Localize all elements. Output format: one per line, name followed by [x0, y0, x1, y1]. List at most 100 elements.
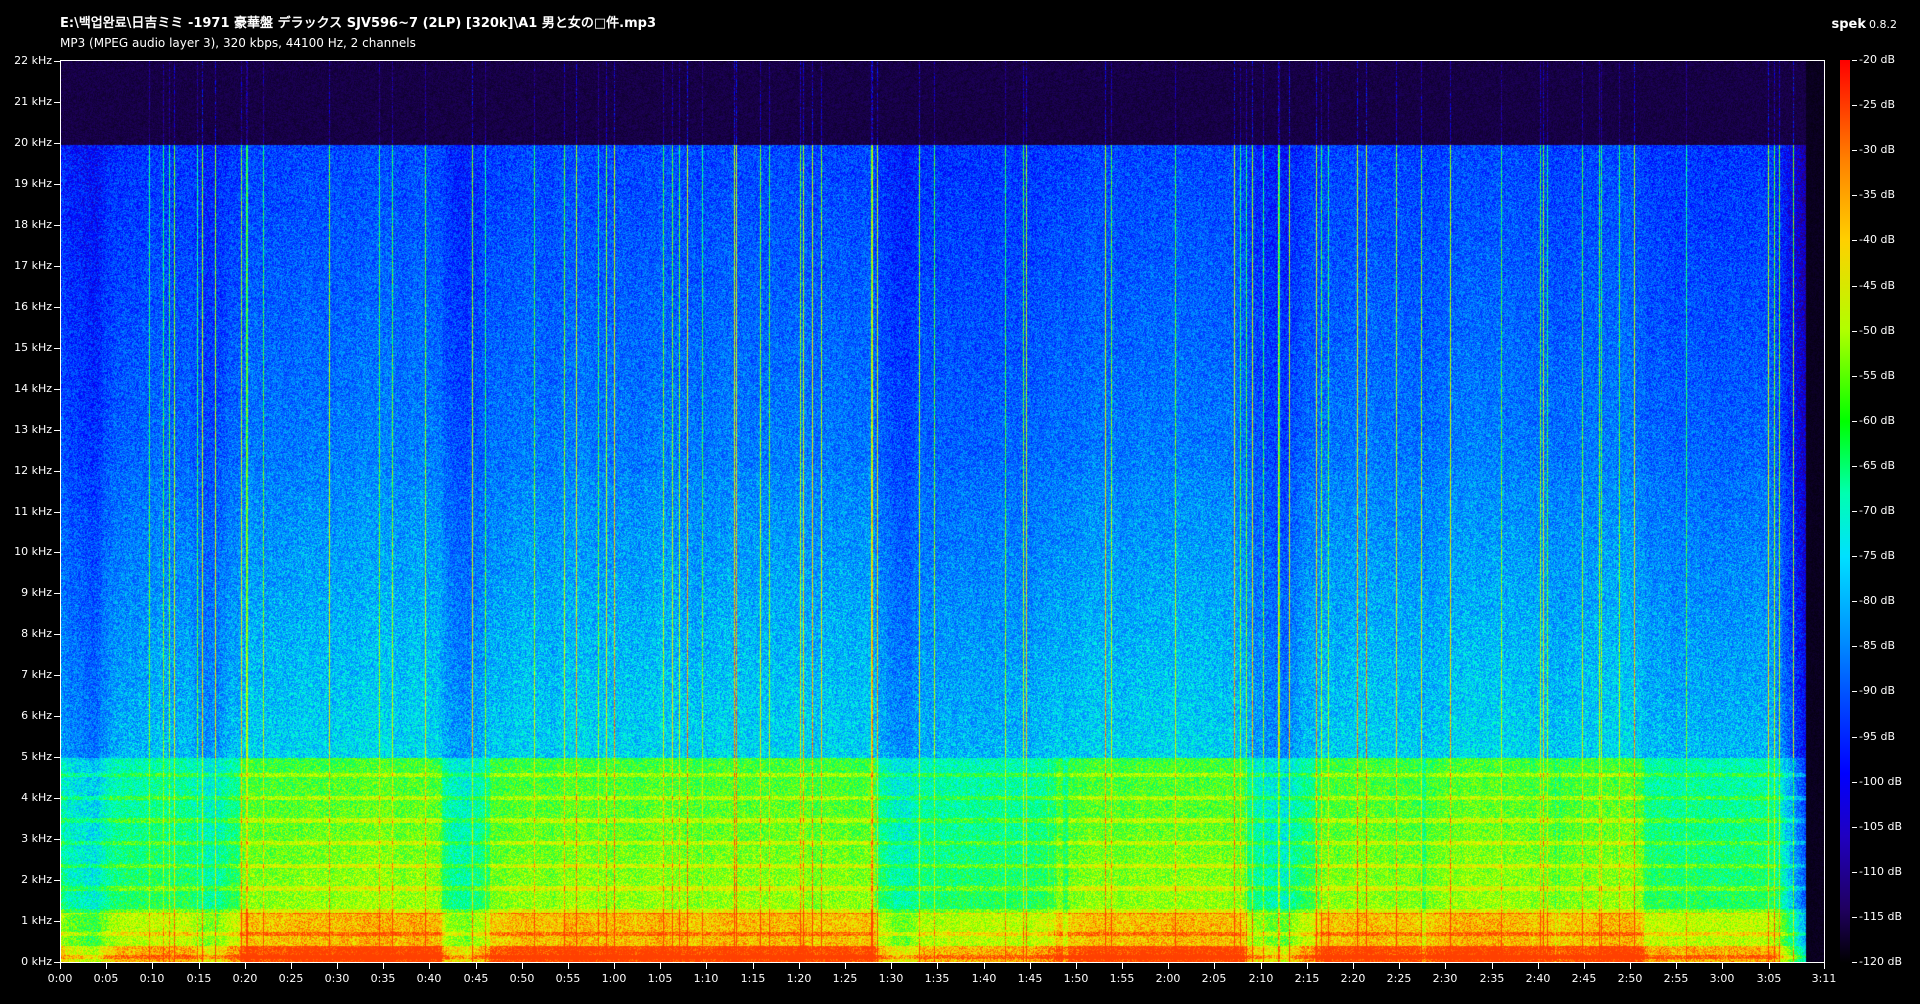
time-tick	[1168, 963, 1169, 969]
frequency-label: 15 kHz	[14, 341, 52, 354]
db-label: -45 dB	[1859, 279, 1895, 292]
db-tick	[1852, 691, 1857, 692]
time-label: 1:45	[1017, 972, 1043, 985]
db-label: -55 dB	[1859, 369, 1895, 382]
time-tick	[1722, 963, 1723, 969]
time-label: 0:45	[463, 972, 489, 985]
time-tick	[1445, 963, 1446, 969]
db-tick	[1852, 782, 1857, 783]
time-label: 2:55	[1663, 972, 1689, 985]
db-label: -100 dB	[1859, 775, 1902, 788]
time-tick	[937, 963, 938, 969]
db-tick	[1852, 195, 1857, 196]
frequency-label: 9 kHz	[21, 586, 52, 599]
time-label: 2:20	[1340, 972, 1366, 985]
time-label: 0:15	[186, 972, 212, 985]
spectrogram-canvas[interactable]	[61, 61, 1824, 962]
frequency-label: 13 kHz	[14, 423, 52, 436]
db-label: -85 dB	[1859, 639, 1895, 652]
frequency-label: 12 kHz	[14, 464, 52, 477]
frequency-tick	[54, 471, 60, 472]
frequency-label: 7 kHz	[21, 668, 52, 681]
db-tick	[1852, 962, 1857, 963]
file-info: MP3 (MPEG audio layer 3), 320 kbps, 4410…	[60, 36, 416, 50]
time-label: 0:00	[47, 972, 73, 985]
db-tick	[1852, 105, 1857, 106]
frequency-label: 0 kHz	[21, 955, 52, 968]
frequency-tick	[54, 225, 60, 226]
time-label: 0:30	[324, 972, 350, 985]
frequency-tick	[54, 430, 60, 431]
db-label: -95 dB	[1859, 730, 1895, 743]
frequency-label: 10 kHz	[14, 545, 52, 558]
time-tick	[476, 963, 477, 969]
time-label: 1:50	[1063, 972, 1089, 985]
time-label: 1:55	[1109, 972, 1135, 985]
db-tick	[1852, 646, 1857, 647]
app-version: 0.8.2	[1869, 18, 1897, 31]
db-tick	[1852, 556, 1857, 557]
db-label: -110 dB	[1859, 865, 1902, 878]
time-tick	[1676, 963, 1677, 969]
db-label: -75 dB	[1859, 549, 1895, 562]
time-tick	[383, 963, 384, 969]
time-label: 3:11	[1811, 972, 1837, 985]
time-tick	[568, 963, 569, 969]
time-tick	[1492, 963, 1493, 969]
db-tick	[1852, 601, 1857, 602]
db-label: -50 dB	[1859, 324, 1895, 337]
frequency-tick	[54, 716, 60, 717]
time-tick	[106, 963, 107, 969]
db-tick	[1852, 827, 1857, 828]
frequency-tick	[54, 675, 60, 676]
time-label: 2:25	[1386, 972, 1412, 985]
time-label: 0:40	[416, 972, 442, 985]
time-label: 2:45	[1571, 972, 1597, 985]
time-label: 1:30	[878, 972, 904, 985]
frequency-label: 17 kHz	[14, 259, 52, 272]
time-tick	[660, 963, 661, 969]
db-tick	[1852, 737, 1857, 738]
frequency-label: 11 kHz	[14, 505, 52, 518]
spectrogram-plot[interactable]	[60, 60, 1825, 963]
time-label: 0:05	[93, 972, 119, 985]
db-label: -60 dB	[1859, 414, 1895, 427]
time-label: 2:15	[1294, 972, 1320, 985]
time-label: 1:35	[924, 972, 950, 985]
time-tick	[799, 963, 800, 969]
frequency-label: 21 kHz	[14, 95, 52, 108]
time-tick	[614, 963, 615, 969]
frequency-label: 19 kHz	[14, 177, 52, 190]
time-label: 2:05	[1201, 972, 1227, 985]
app-brand: spek 0.8.2	[1831, 13, 1897, 32]
db-label: -20 dB	[1859, 53, 1895, 66]
frequency-tick	[54, 307, 60, 308]
db-label: -65 dB	[1859, 459, 1895, 472]
time-tick	[1584, 963, 1585, 969]
db-tick	[1852, 150, 1857, 151]
frequency-tick	[54, 552, 60, 553]
time-tick	[845, 963, 846, 969]
time-label: 0:10	[139, 972, 165, 985]
spek-window: E:\백업완료\日吉ミミ -1971 豪華盤 デラックス SJV596~7 (2…	[0, 0, 1920, 1004]
time-tick	[199, 963, 200, 969]
time-label: 3:05	[1756, 972, 1782, 985]
time-label: 1:00	[601, 972, 627, 985]
db-label: -115 dB	[1859, 910, 1902, 923]
time-tick	[1824, 963, 1825, 969]
db-tick	[1852, 286, 1857, 287]
db-tick	[1852, 917, 1857, 918]
time-label: 0:20	[232, 972, 258, 985]
frequency-tick	[54, 921, 60, 922]
db-label: -105 dB	[1859, 820, 1902, 833]
time-label: 0:35	[370, 972, 396, 985]
db-label: -90 dB	[1859, 684, 1895, 697]
time-label: 1:15	[740, 972, 766, 985]
frequency-label: 1 kHz	[21, 914, 52, 927]
file-path-title: E:\백업완료\日吉ミミ -1971 豪華盤 デラックス SJV596~7 (2…	[60, 16, 656, 31]
time-label: 2:00	[1155, 972, 1181, 985]
frequency-tick	[54, 389, 60, 390]
time-tick	[429, 963, 430, 969]
time-label: 0:55	[555, 972, 581, 985]
frequency-label: 18 kHz	[14, 218, 52, 231]
